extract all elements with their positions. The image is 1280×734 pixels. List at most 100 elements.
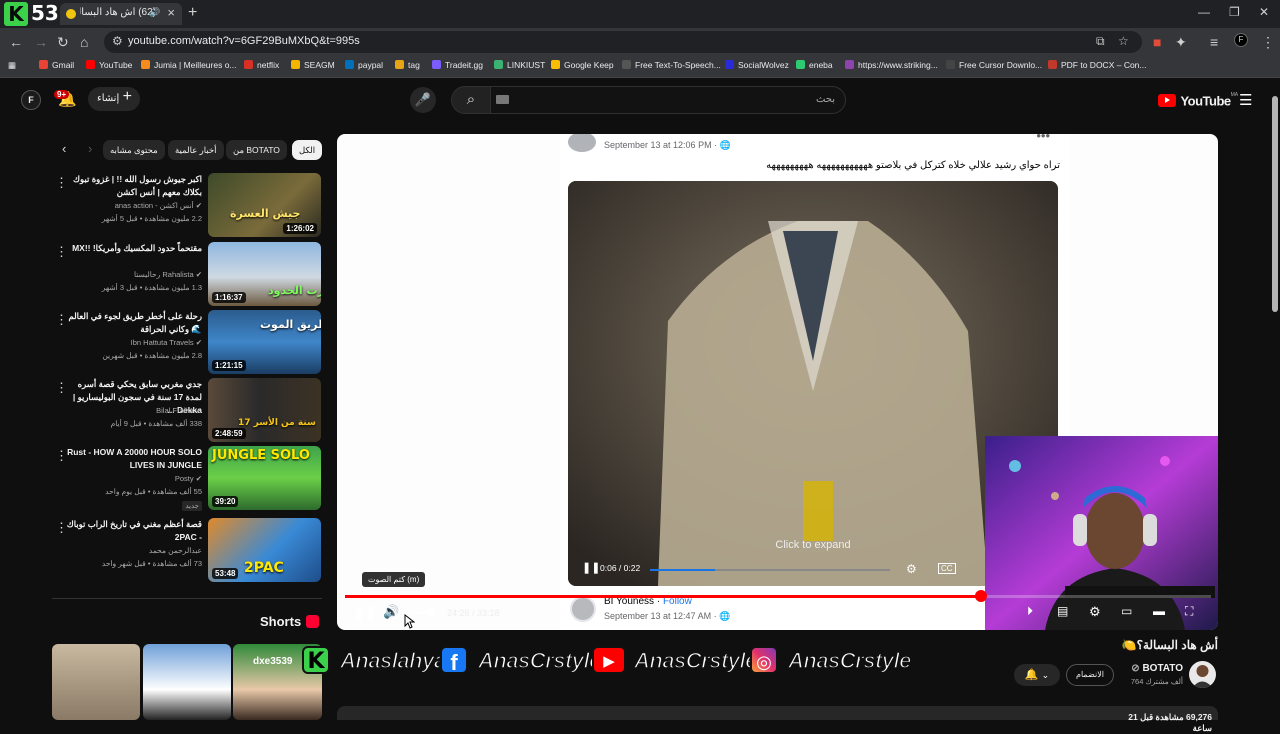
short-card[interactable] xyxy=(143,644,231,720)
video-title[interactable]: رحلة على أخطر طريق لجوء في العالم 🌊 وكان… xyxy=(62,310,202,336)
bookmark-paypal[interactable]: paypal xyxy=(345,60,383,70)
back-icon[interactable]: ← xyxy=(9,34,23,50)
close-window-icon[interactable]: ✕ xyxy=(1259,5,1269,19)
search-button[interactable]: ⌕ xyxy=(451,86,491,114)
video-title[interactable]: Rust - HOW A 20000 HOUR SOLO LIVES IN JU… xyxy=(62,446,202,472)
video-thumbnail[interactable]: JUNGLE SOLO 39:20 xyxy=(208,446,321,510)
new-tab-icon[interactable]: + xyxy=(188,4,197,22)
channel-name[interactable]: Posty ✔ xyxy=(62,474,202,483)
channel-name[interactable]: Ibn Hattuta Travels ✔ xyxy=(62,338,202,347)
bookmark-linkiust[interactable]: LINKIUST xyxy=(494,60,545,70)
video-thumbnail[interactable]: عبرت الحدود 1:16:37 xyxy=(208,242,321,306)
bookmark-jumia[interactable]: Jumia | Meilleures o... xyxy=(141,60,237,70)
volume-icon[interactable]: 🔊 xyxy=(383,604,399,620)
bookmark-youtube[interactable]: YouTube xyxy=(86,60,132,70)
chip-from-botato[interactable]: من BOTATO xyxy=(226,140,287,160)
list-item[interactable]: طريق الموت 1:21:15 رحلة على أخطر طريق لج… xyxy=(55,310,322,374)
account-avatar[interactable]: F xyxy=(21,90,41,110)
bookmark-socialwolvez[interactable]: SocialWolvez xyxy=(725,60,789,70)
bookmark-netflix[interactable]: netflix xyxy=(244,60,279,70)
voice-search-mic-icon[interactable]: 🎤 xyxy=(410,87,436,113)
bookmark-tag[interactable]: tag xyxy=(395,60,420,70)
extension-icon[interactable]: ■ xyxy=(1153,34,1161,50)
bookmark-pdf-docx[interactable]: PDF to DOCX – Con... xyxy=(1048,60,1147,70)
keyboard-icon[interactable] xyxy=(496,95,509,104)
subtitles-icon[interactable]: ▤ xyxy=(1057,604,1068,618)
channel-avatar[interactable] xyxy=(1189,661,1216,688)
more-actions-icon[interactable]: ⋮ xyxy=(55,175,68,191)
extensions-puzzle-icon[interactable]: ✦ xyxy=(1175,34,1187,51)
autoplay-toggle-icon[interactable]: ⏵ xyxy=(1027,604,1033,619)
list-item[interactable]: جيش العسرة 1:26:02 اكبر جيوش رسول الله !… xyxy=(55,173,322,237)
list-item[interactable]: 2PAC 53:48 قصة أعظم مغني في تاريخ الراب … xyxy=(55,518,322,582)
video-player[interactable]: September 13 at 12:06 PM · 🌐 ••• تراه حو… xyxy=(337,134,1218,630)
bookmark-striking[interactable]: https://www.striking... xyxy=(845,60,938,70)
url-text[interactable]: youtube.com/watch?v=6GF29BuMXbQ&t=995s xyxy=(128,35,360,47)
restore-icon[interactable]: ❐ xyxy=(1229,5,1240,19)
chevron-left-icon[interactable]: ‹ xyxy=(62,141,66,156)
chip-world-news[interactable]: أخبار عالمية xyxy=(168,140,224,160)
bookmark-seagm[interactable]: SEAGM xyxy=(291,60,335,70)
bookmark-star-icon[interactable]: ☆ xyxy=(1118,34,1129,48)
youtube-logo[interactable]: YouTubeMA xyxy=(1158,92,1238,110)
theater-mode-icon[interactable]: ▬ xyxy=(1153,604,1165,618)
home-icon[interactable]: ⌂ xyxy=(80,34,88,50)
list-item[interactable]: 17 سنة من الأسر 2:48:59 جدي مغربي سابق ي… xyxy=(55,378,322,442)
miniplayer-icon[interactable]: ▭ xyxy=(1121,604,1132,618)
apps-grid-icon[interactable]: ▦ xyxy=(8,60,16,71)
chip-all[interactable]: الكل xyxy=(292,140,323,160)
url-bar[interactable]: ⚙ youtube.com/watch?v=6GF29BuMXbQ&t=995s… xyxy=(104,31,1142,53)
more-actions-icon[interactable]: ⋮ xyxy=(55,448,68,464)
search-input[interactable]: بحث xyxy=(490,86,846,114)
video-progress-bar[interactable] xyxy=(345,590,1211,602)
video-thumbnail[interactable]: 17 سنة من الأسر 2:48:59 xyxy=(208,378,321,442)
tab-close-icon[interactable]: × xyxy=(167,5,175,20)
video-thumbnail[interactable]: جيش العسرة 1:26:02 xyxy=(208,173,321,237)
video-title[interactable]: قصة أعظم مغني في تاريخ الراب توباك - 2PA… xyxy=(62,518,202,544)
settings-gear-icon[interactable]: ⚙ xyxy=(1089,604,1101,620)
pause-button[interactable]: ❚❚ xyxy=(353,604,376,621)
volume-knob[interactable] xyxy=(426,608,436,617)
profile-avatar[interactable]: F xyxy=(1234,33,1248,47)
page-scrollbar[interactable] xyxy=(1270,78,1280,720)
channel-name[interactable]: anas action - أنس اكشن ✔ xyxy=(62,201,202,210)
join-button[interactable]: الانضمام xyxy=(1066,664,1114,686)
bookmark-tradeit[interactable]: Tradeit.gg xyxy=(432,60,483,70)
video-title[interactable]: مقتحماً حدود المكسيك وأمريكا! !!MX xyxy=(62,242,202,255)
guide-menu-icon[interactable]: ☰ xyxy=(1239,91,1252,109)
bookmark-tts[interactable]: Free Text-To-Speech... xyxy=(622,60,721,70)
browser-menu-icon[interactable]: ⋮ xyxy=(1261,34,1275,51)
tab-audio-icon[interactable]: 🔊 xyxy=(149,7,160,18)
channel-name-main[interactable]: ⊘ BOTATO xyxy=(1110,663,1183,674)
subscribed-button[interactable]: 🔔 ⌄ xyxy=(1014,664,1060,686)
video-thumbnail[interactable]: 2PAC 53:48 xyxy=(208,518,321,582)
create-button[interactable]: إنشاء + xyxy=(88,87,140,111)
video-title[interactable]: اكبر جيوش رسول الله !! | غزوة تبوك بكلاك… xyxy=(62,173,202,199)
list-item[interactable]: عبرت الحدود 1:16:37 مقتحماً حدود المكسيك… xyxy=(55,242,322,306)
bookmark-gmail[interactable]: Gmail xyxy=(39,60,74,70)
more-actions-icon[interactable]: ⋮ xyxy=(55,520,68,536)
chip-similar[interactable]: محتوى مشابه xyxy=(103,140,165,160)
video-thumbnail[interactable]: طريق الموت 1:21:15 xyxy=(208,310,321,374)
minimize-icon[interactable]: — xyxy=(1198,5,1210,19)
more-actions-icon[interactable]: ⋮ xyxy=(55,380,68,396)
channel-name[interactable]: عبدالرحمن محمد xyxy=(62,546,202,555)
media-control-icon[interactable]: ≡ xyxy=(1210,34,1218,50)
fullscreen-icon[interactable]: ⛶ xyxy=(1185,604,1193,619)
site-info-icon[interactable]: ⚙ xyxy=(112,34,123,48)
channel-name[interactable]: رحاليستا Rahalista ✔ xyxy=(62,270,202,279)
channel-name[interactable]: Bilal Fraiha ✔ xyxy=(62,406,202,415)
browser-tab[interactable]: (62) أش هاد البسالة؟🍋 🔊 × xyxy=(60,3,182,25)
bookmark-eneba[interactable]: eneba xyxy=(796,60,833,70)
forward-icon[interactable]: → xyxy=(34,34,48,50)
more-actions-icon[interactable]: ⋮ xyxy=(55,312,68,328)
bookmark-google-keep[interactable]: Google Keep xyxy=(551,60,614,70)
cast-icon[interactable]: ⧉ xyxy=(1096,34,1105,49)
reload-icon[interactable]: ↻ xyxy=(57,34,69,51)
progress-scrubber[interactable] xyxy=(974,590,987,602)
short-card[interactable] xyxy=(52,644,140,720)
more-actions-icon[interactable]: ⋮ xyxy=(55,244,68,260)
description-box[interactable] xyxy=(337,706,1218,720)
scrollbar-thumb[interactable] xyxy=(1272,96,1278,312)
bookmark-cursor[interactable]: Free Cursor Downlo... xyxy=(946,60,1042,70)
